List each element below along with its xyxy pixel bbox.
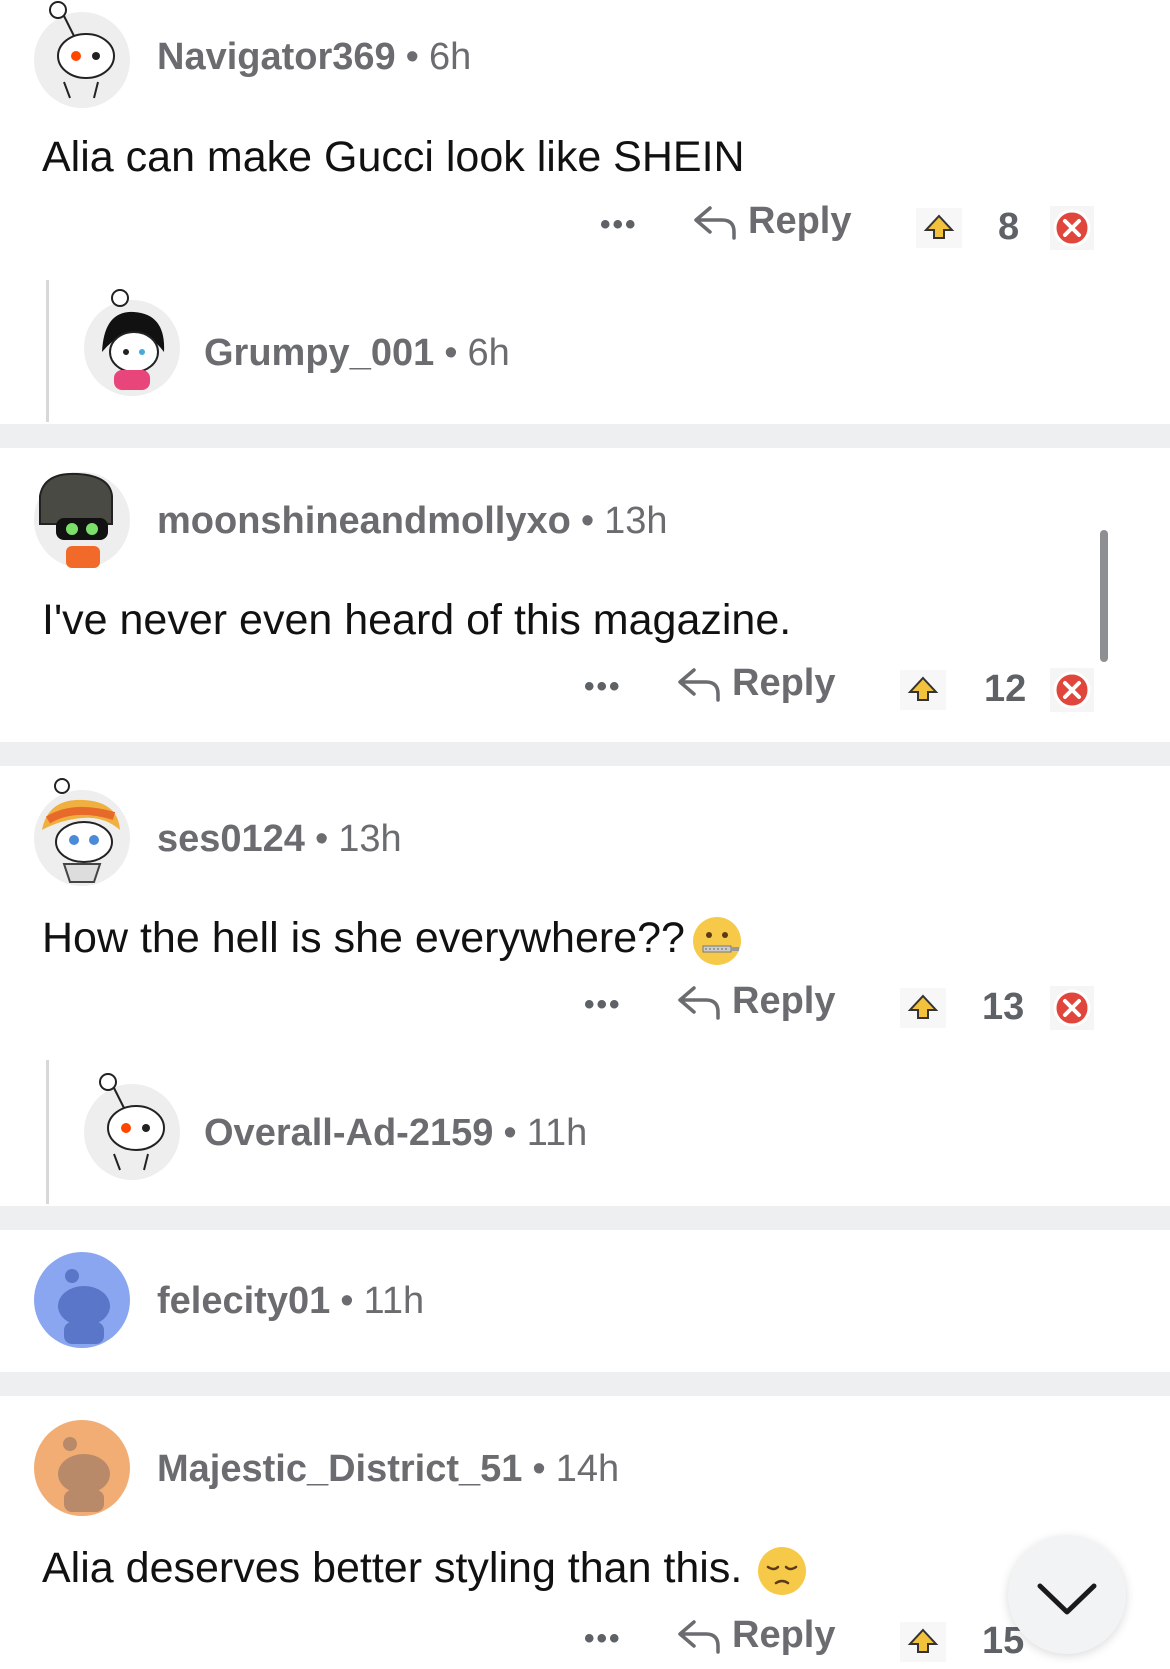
avatar[interactable] [34,778,130,886]
timestamp: 6h [467,332,510,374]
zipper-mouth-face-emoji [692,916,741,965]
upvote-icon [923,214,955,239]
username[interactable]: Majestic_District_51 [157,1448,522,1490]
thread-line[interactable] [46,280,49,422]
comment-meta: felecity01 • 11h [157,1280,424,1323]
scrollbar[interactable] [1100,530,1108,662]
downvote-button[interactable] [1050,206,1094,250]
timestamp: 11h [363,1280,425,1322]
timestamp: 11h [526,1112,588,1154]
reply-label: Reply [732,1614,836,1656]
vote-score: 13 [982,986,1025,1028]
comment-separator [0,1372,1170,1396]
username[interactable]: Overall-Ad-2159 [204,1112,493,1154]
comment-meta: ses0124 • 13h [157,818,402,861]
comment-meta: moonshineandmollyxo • 13h [157,500,668,543]
timestamp: 14h [555,1448,620,1490]
comment-separator [0,1206,1170,1230]
upvote-icon [907,1628,939,1653]
comment-separator [0,742,1170,766]
reply-button[interactable]: Reply [692,200,851,243]
upvote-button[interactable] [900,1622,946,1662]
reply-label: Reply [732,662,836,704]
avatar[interactable] [34,1252,130,1348]
thread-line[interactable] [46,1060,49,1204]
pensive-face-emoji [758,1546,807,1595]
separator-dot: • [580,500,595,542]
reply-label: Reply [732,980,836,1022]
more-options-button[interactable]: ••• [600,208,638,242]
upvote-button[interactable] [900,670,946,710]
username[interactable]: Navigator369 [157,36,396,78]
timestamp: 13h [604,500,668,542]
comment-meta: Overall-Ad-2159 • 11h [204,1112,587,1155]
more-options-button[interactable]: ••• [584,670,622,704]
chevron-down-icon [1037,1583,1097,1615]
upvote-icon [907,994,939,1019]
more-options-button[interactable]: ••• [584,988,622,1022]
reply-arrow-icon [694,205,736,240]
downvote-button[interactable] [1050,668,1094,712]
reply-arrow-icon [678,1619,720,1654]
comment-separator [0,424,1170,448]
timestamp: 6h [428,36,472,78]
downvote-icon [1050,668,1094,712]
username[interactable]: moonshineandmollyxo [157,500,571,542]
separator-dot: • [314,818,329,860]
separator-dot: • [444,332,458,374]
more-options-button[interactable]: ••• [584,1622,622,1656]
upvote-button[interactable] [900,988,946,1028]
downvote-button[interactable] [1050,986,1094,1030]
reply-button[interactable]: Reply [676,662,835,705]
username[interactable]: ses0124 [157,818,305,860]
reply-button[interactable]: Reply [676,1614,835,1657]
downvote-icon [1050,206,1094,250]
vote-score: 12 [984,668,1027,710]
comment-text: How the hell is she everywhere?? [42,914,685,962]
comment-body: Alia deserves better styling than this. [42,1544,808,1597]
avatar[interactable] [34,1420,130,1516]
timestamp: 13h [338,818,402,860]
avatar[interactable] [84,289,180,396]
comment-meta: Majestic_District_51 • 14h [157,1448,619,1491]
reply-button[interactable]: Reply [676,980,835,1023]
comment-body: How the hell is she everywhere?? [42,914,743,967]
username[interactable]: Grumpy_001 [204,332,434,374]
reply-arrow-icon [678,985,720,1020]
separator-dot: • [532,1448,546,1490]
separator-dot: • [340,1280,354,1322]
comment-meta: Navigator369 • 6h [157,36,471,79]
reply-arrow-icon [678,667,720,702]
downvote-icon [1050,986,1094,1030]
reply-label: Reply [748,200,852,242]
upvote-icon [907,676,939,701]
avatar[interactable] [34,472,130,568]
comment-meta: Grumpy_001 • 6h [204,332,510,375]
avatar[interactable] [34,1,130,108]
username[interactable]: felecity01 [157,1280,330,1322]
separator-dot: • [503,1112,517,1154]
upvote-button[interactable] [916,208,962,248]
avatar[interactable] [84,1073,180,1180]
comment-body: Alia can make Gucci look like SHEIN [42,133,745,181]
collapse-thread-button[interactable] [1008,1536,1126,1654]
separator-dot: • [405,36,419,78]
comment-body: I've never even heard of this magazine. [42,596,792,644]
comment-text: Alia deserves better styling than this. [42,1544,743,1592]
vote-score: 8 [998,206,1020,248]
